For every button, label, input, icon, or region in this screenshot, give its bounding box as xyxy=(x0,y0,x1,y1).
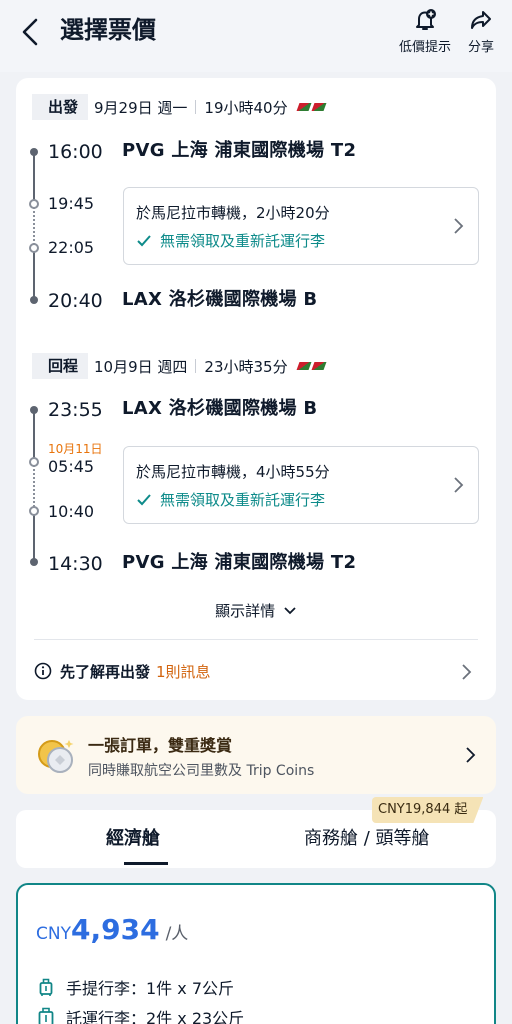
timeline-line xyxy=(33,152,35,204)
separator xyxy=(195,100,197,114)
timeline-dotted xyxy=(33,204,35,248)
rewards-promo-banner[interactable]: 一張訂單，雙重獎賞 同時賺取航空公司里數及 Trip Coins xyxy=(16,716,496,794)
timeline-ring xyxy=(29,506,39,516)
chevron-down-icon xyxy=(284,607,296,615)
price-alert-label: 低價提示 xyxy=(398,40,451,55)
share-label: 分享 xyxy=(467,40,494,55)
tab-economy[interactable]: 經濟艙 xyxy=(106,824,160,850)
carry-on-row: 手提行李：1件 x 7公斤 xyxy=(38,975,234,999)
outbound-header: 出發 9月29日 週一 19小時40分 xyxy=(32,94,327,120)
outbound-date: 9月29日 週一 xyxy=(94,98,188,117)
bell-plus-icon xyxy=(416,9,436,30)
next-day-date: 10月11日 xyxy=(48,442,103,456)
inbound-date: 10月9日 週四 xyxy=(94,357,188,376)
fare-per-person: /人 xyxy=(165,924,189,944)
airline-logo-icon xyxy=(296,362,327,370)
timeline-dotted xyxy=(33,462,35,510)
business-price-badge: CNY19,844 起 xyxy=(372,797,483,823)
timeline-line xyxy=(33,410,35,462)
tab-business-first[interactable]: 商務艙 / 頭等艙 xyxy=(304,824,430,850)
checked-bag-text: 託運行李：2件 x 23公斤 xyxy=(66,1009,245,1024)
fare-price: CNY 4,934 /人 xyxy=(36,913,188,946)
timeline-ring xyxy=(29,457,39,467)
header: 選擇票價 低價提示 分享 xyxy=(0,0,512,72)
timeline-line xyxy=(33,510,35,562)
baggage-note-text: 無需領取及重新託運行李 xyxy=(160,232,326,250)
outbound-dep-time: 16:00 xyxy=(48,141,103,163)
show-details-label: 顯示詳情 xyxy=(215,602,276,620)
outbound-transfer-box[interactable]: 於馬尼拉市轉機，2小時20分 無需領取及重新託運行李 xyxy=(123,187,479,265)
outbound-duration: 19小時40分 xyxy=(204,98,288,117)
inbound-header: 回程 10月9日 週四 23小時35分 xyxy=(32,353,327,379)
chevron-left-icon xyxy=(22,18,38,46)
outbound-transfer-dep: 22:05 xyxy=(48,238,95,257)
notice-count: 1則訊息 xyxy=(156,662,211,681)
itinerary-card: 出發 9月29日 週一 19小時40分 16:00 PVG 上海 浦東國際機場 … xyxy=(16,78,496,700)
inbound-dep-time: 23:55 xyxy=(48,399,103,421)
timeline-ring xyxy=(29,243,39,253)
outbound-tag: 出發 xyxy=(32,94,89,120)
outbound-arr-airport: LAX 洛杉磯國際機場 B xyxy=(122,289,318,310)
transfer-text: 於馬尼拉市轉機，2小時20分 xyxy=(136,204,330,222)
page-title: 選擇票價 xyxy=(60,16,156,44)
coin-icon xyxy=(38,740,74,773)
share-button[interactable]: 分享 xyxy=(462,8,500,55)
economy-fare-card[interactable]: CNY 4,934 /人 手提行李：1件 x 7公斤 託運行李：2件 x 23公… xyxy=(16,883,496,1024)
inbound-duration: 23小時35分 xyxy=(204,357,288,376)
info-icon xyxy=(34,662,52,680)
checked-bag-icon xyxy=(38,1007,54,1024)
inbound-arr-airport: PVG 上海 浦東國際機場 T2 xyxy=(122,552,357,573)
carry-on-bag-icon xyxy=(39,978,53,996)
chevron-right-icon xyxy=(454,477,464,493)
chevron-right-icon xyxy=(466,747,476,763)
timeline-ring xyxy=(29,199,39,209)
travel-notice-row[interactable]: 先了解再出發 1則訊息 xyxy=(34,656,478,686)
baggage-note: 無需領取及重新託運行李 xyxy=(136,489,325,510)
check-icon xyxy=(137,234,151,246)
timeline-dot xyxy=(30,406,38,414)
timeline-dot xyxy=(30,296,38,304)
timeline-line xyxy=(33,248,35,300)
price-alert-button[interactable]: 低價提示 xyxy=(392,8,458,55)
show-details-button[interactable]: 顯示詳情 xyxy=(16,600,496,621)
checked-bag-row: 託運行李：2件 x 23公斤 xyxy=(38,1005,244,1024)
airline-logo-icon xyxy=(296,103,327,111)
separator xyxy=(195,359,197,373)
promo-title: 一張訂單，雙重獎賞 xyxy=(88,736,233,755)
transfer-text: 於馬尼拉市轉機，4小時55分 xyxy=(136,463,330,481)
outbound-transfer-arr: 19:45 xyxy=(48,194,95,213)
baggage-note-text: 無需領取及重新託運行李 xyxy=(160,491,326,509)
active-tab-indicator xyxy=(124,862,168,865)
timeline-dot xyxy=(30,148,38,156)
outbound-dep-airport: PVG 上海 浦東國際機場 T2 xyxy=(122,140,357,161)
carry-on-text: 手提行李：1件 x 7公斤 xyxy=(66,979,235,998)
inbound-transfer-box[interactable]: 於馬尼拉市轉機，4小時55分 無需領取及重新託運行李 xyxy=(123,446,479,524)
back-button[interactable] xyxy=(18,14,48,50)
fare-amount: 4,934 xyxy=(70,913,160,946)
inbound-arr-time: 14:30 xyxy=(48,553,103,575)
inbound-transfer-dep: 10:40 xyxy=(48,502,95,521)
promo-subtitle: 同時賺取航空公司里數及 Trip Coins xyxy=(88,763,315,779)
chevron-right-icon xyxy=(454,218,464,234)
inbound-tag: 回程 xyxy=(32,353,89,379)
outbound-arr-time: 20:40 xyxy=(48,290,103,312)
inbound-transfer-arr: 05:45 xyxy=(48,457,95,476)
chevron-right-icon xyxy=(462,664,472,680)
fare-currency: CNY xyxy=(36,924,71,944)
check-icon xyxy=(137,493,151,505)
divider xyxy=(34,639,478,640)
baggage-note: 無需領取及重新託運行李 xyxy=(136,230,325,251)
notice-lead: 先了解再出發 xyxy=(60,662,151,681)
share-icon xyxy=(471,11,491,29)
inbound-dep-airport: LAX 洛杉磯國際機場 B xyxy=(122,398,318,419)
timeline-dot xyxy=(30,558,38,566)
